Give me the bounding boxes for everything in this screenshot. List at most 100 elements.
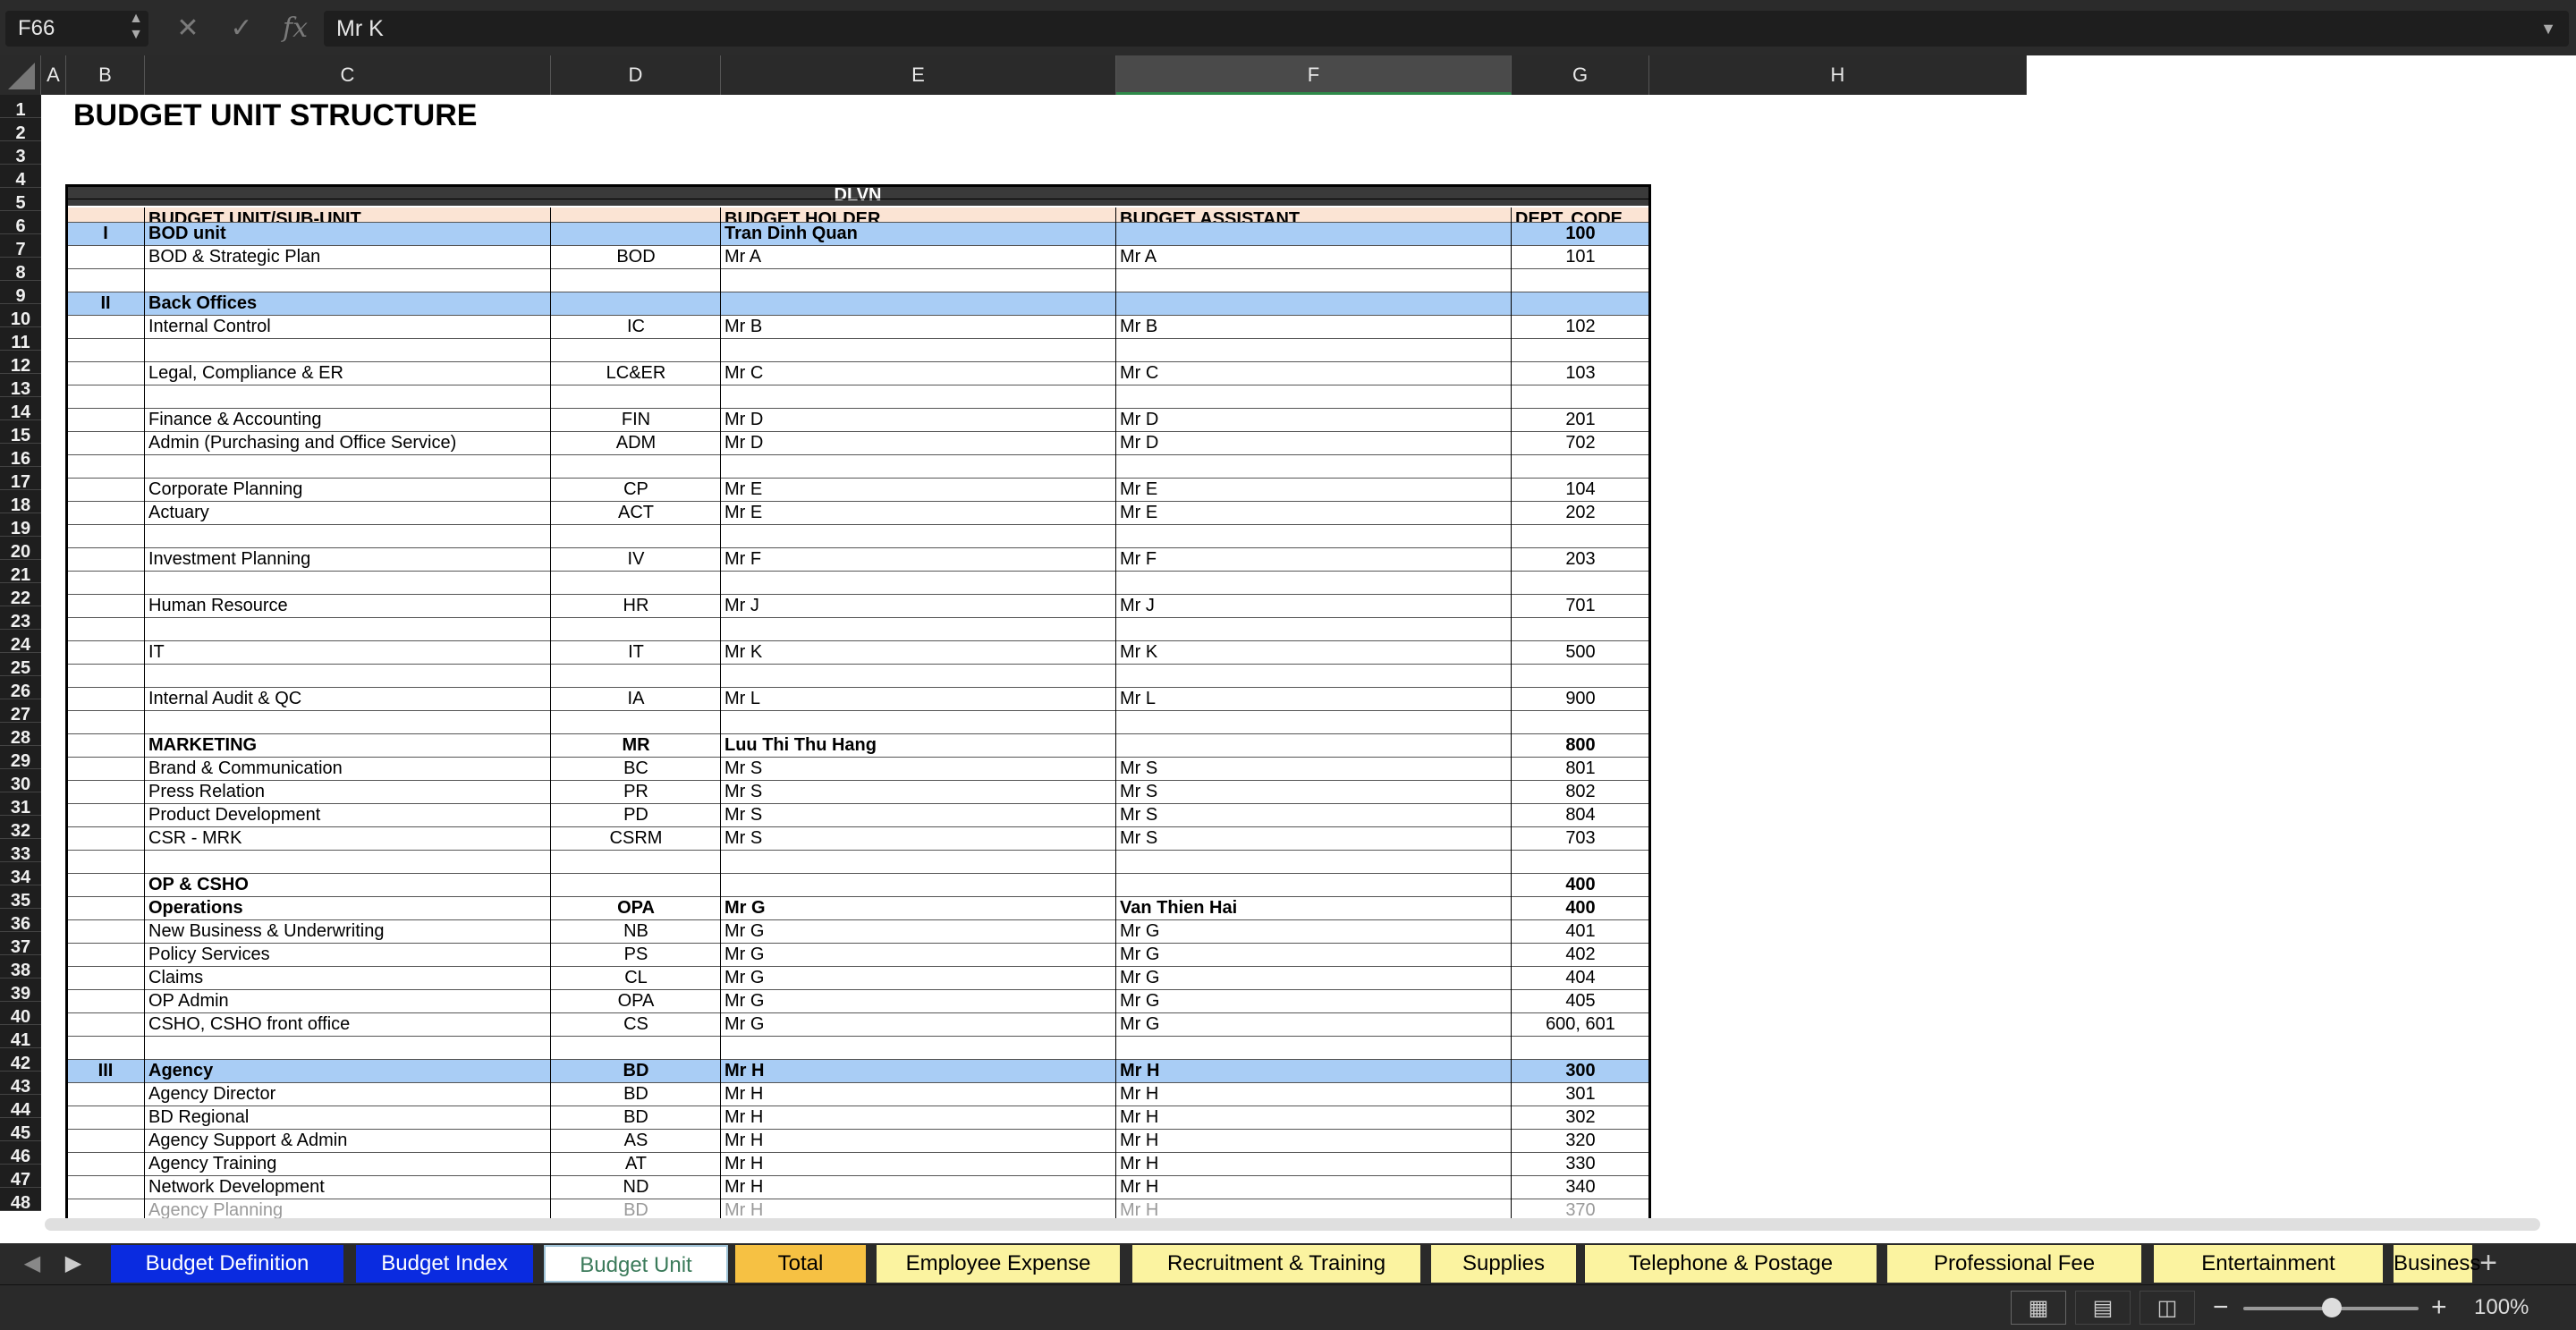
zoom-in-icon[interactable]: + (2431, 1291, 2447, 1325)
function-icon[interactable]: fx (277, 11, 313, 47)
cell-c47[interactable]: Network Development (145, 1175, 551, 1199)
cell-b6[interactable]: I (66, 222, 145, 245)
cell-e24[interactable]: Mr K (721, 640, 1116, 664)
cell-d10[interactable]: IC (551, 315, 721, 338)
cell-c42[interactable]: Agency (145, 1059, 551, 1082)
page-layout-view-icon[interactable]: ▤ (2075, 1291, 2131, 1325)
cell-f18[interactable]: Mr E (1116, 501, 1512, 524)
cell-b28[interactable] (66, 733, 145, 757)
cell-d15[interactable]: ADM (551, 431, 721, 454)
prev-sheet-icon[interactable]: ◀ (14, 1247, 50, 1281)
cell-e10[interactable]: Mr B (721, 315, 1116, 338)
cell-f38[interactable]: Mr G (1116, 966, 1512, 989)
cell-f29[interactable]: Mr S (1116, 757, 1512, 780)
cell-d17[interactable]: CP (551, 478, 721, 501)
cell-g17[interactable]: 104 (1512, 478, 1649, 501)
cell-f42[interactable]: Mr H (1116, 1059, 1512, 1082)
cell-b22[interactable] (66, 594, 145, 617)
confirm-icon[interactable]: ✓ (224, 11, 259, 47)
cell-b32[interactable] (66, 826, 145, 850)
cell-d30[interactable]: PR (551, 780, 721, 803)
horizontal-scrollbar[interactable] (45, 1218, 2540, 1231)
cell-g35[interactable]: 400 (1512, 896, 1649, 919)
cell-b26[interactable] (66, 687, 145, 710)
cell-c45[interactable]: Agency Support & Admin (145, 1129, 551, 1152)
cell-g24[interactable]: 500 (1512, 640, 1649, 664)
cell-f17[interactable]: Mr E (1116, 478, 1512, 501)
cell-d9[interactable] (551, 292, 721, 315)
cell-c24[interactable]: IT (145, 640, 551, 664)
cell-f26[interactable]: Mr L (1116, 687, 1512, 710)
cell-c28[interactable]: MARKETING (145, 733, 551, 757)
cell-c22[interactable]: Human Resource (145, 594, 551, 617)
cell-c30[interactable]: Press Relation (145, 780, 551, 803)
cell-d29[interactable]: BC (551, 757, 721, 780)
cell-f14[interactable]: Mr D (1116, 408, 1512, 431)
cell-b24[interactable] (66, 640, 145, 664)
cancel-icon[interactable]: ✕ (170, 11, 206, 47)
cell-b42[interactable]: III (66, 1059, 145, 1082)
sheet-tab[interactable]: Supplies (1431, 1245, 1576, 1283)
cell-c35[interactable]: Operations (145, 896, 551, 919)
cell-d36[interactable]: NB (551, 919, 721, 943)
cell-f9[interactable] (1116, 292, 1512, 315)
cell-d7[interactable]: BOD (551, 245, 721, 268)
cell-b46[interactable] (66, 1152, 145, 1175)
cell-g45[interactable]: 320 (1512, 1129, 1649, 1152)
cell-e15[interactable]: Mr D (721, 431, 1116, 454)
cell-g34[interactable]: 400 (1512, 873, 1649, 896)
cell-g18[interactable]: 202 (1512, 501, 1649, 524)
cell-e46[interactable]: Mr H (721, 1152, 1116, 1175)
cell-c7[interactable]: BOD & Strategic Plan (145, 245, 551, 268)
cell-g10[interactable]: 102 (1512, 315, 1649, 338)
cell-g39[interactable]: 405 (1512, 989, 1649, 1012)
cell-c29[interactable]: Brand & Communication (145, 757, 551, 780)
cell-c10[interactable]: Internal Control (145, 315, 551, 338)
sheet-tab[interactable]: Total (735, 1245, 866, 1283)
add-sheet-icon[interactable]: + (2462, 1245, 2515, 1283)
cell-c18[interactable]: Actuary (145, 501, 551, 524)
cell-f36[interactable]: Mr G (1116, 919, 1512, 943)
cell-e38[interactable]: Mr G (721, 966, 1116, 989)
cell-e45[interactable]: Mr H (721, 1129, 1116, 1152)
cell-e34[interactable] (721, 873, 1116, 896)
cell-e14[interactable]: Mr D (721, 408, 1116, 431)
cell-f46[interactable]: Mr H (1116, 1152, 1512, 1175)
cell-g36[interactable]: 401 (1512, 919, 1649, 943)
cell-e17[interactable]: Mr E (721, 478, 1116, 501)
cell-e30[interactable]: Mr S (721, 780, 1116, 803)
sheet-tab[interactable]: Entertainment (2154, 1245, 2383, 1283)
cell-b17[interactable] (66, 478, 145, 501)
cell-c17[interactable]: Corporate Planning (145, 478, 551, 501)
cell-b36[interactable] (66, 919, 145, 943)
cell-d38[interactable]: CL (551, 966, 721, 989)
cell-c38[interactable]: Claims (145, 966, 551, 989)
cell-f24[interactable]: Mr K (1116, 640, 1512, 664)
cell-b47[interactable] (66, 1175, 145, 1199)
cell-e44[interactable]: Mr H (721, 1106, 1116, 1129)
spreadsheet-grid[interactable]: ABCDEFGH 1 2 3 4 5 6 7 8 9 10 11 12 13 14 15 16 17 18 19 20… (0, 55, 2576, 1247)
cell-c9[interactable]: Back Offices (145, 292, 551, 315)
cell-b40[interactable] (66, 1012, 145, 1036)
cell-g40[interactable]: 600, 601 (1512, 1012, 1649, 1036)
sheet-tab[interactable]: Budget Definition (111, 1245, 343, 1283)
cell-f37[interactable]: Mr G (1116, 943, 1512, 966)
cell-c32[interactable]: CSR - MRK (145, 826, 551, 850)
cell-f45[interactable]: Mr H (1116, 1129, 1512, 1152)
cell-e7[interactable]: Mr A (721, 245, 1116, 268)
cell-b44[interactable] (66, 1106, 145, 1129)
cell-d28[interactable]: MR (551, 733, 721, 757)
cell-c31[interactable]: Product Development (145, 803, 551, 826)
cell-g47[interactable]: 340 (1512, 1175, 1649, 1199)
cell-d6[interactable] (551, 222, 721, 245)
cell-c6[interactable]: BOD unit (145, 222, 551, 245)
cell-d24[interactable]: IT (551, 640, 721, 664)
cell-f20[interactable]: Mr F (1116, 547, 1512, 571)
cell-d32[interactable]: CSRM (551, 826, 721, 850)
cell-c34[interactable]: OP & CSHO (145, 873, 551, 896)
cell-g42[interactable]: 300 (1512, 1059, 1649, 1082)
cell-g22[interactable]: 701 (1512, 594, 1649, 617)
cell-e20[interactable]: Mr F (721, 547, 1116, 571)
cell-g15[interactable]: 702 (1512, 431, 1649, 454)
cell-c37[interactable]: Policy Services (145, 943, 551, 966)
